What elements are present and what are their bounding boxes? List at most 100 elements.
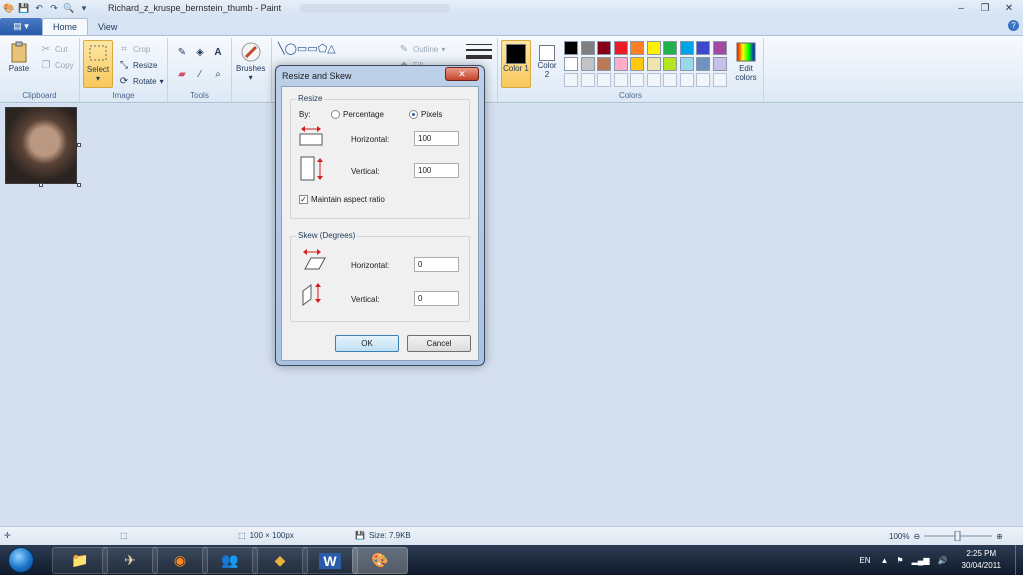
percentage-radio[interactable]: Percentage [331,110,384,119]
taskbar-firefox[interactable]: ◉ [152,547,208,574]
paint-app-icon[interactable]: 🎨 [3,3,15,15]
color-swatch[interactable] [712,57,727,71]
taskbar-messenger[interactable]: 👥 [202,547,258,574]
color-swatch[interactable] [712,41,727,55]
resize-handle-bottom[interactable] [39,183,43,187]
horizontal-resize-icon [299,126,323,146]
resize-button[interactable]: ⤡ Resize [118,59,157,71]
tab-view[interactable]: View [88,19,127,35]
custom-color-slot[interactable] [597,73,611,87]
redo-icon[interactable]: ↷ [48,3,60,15]
clock[interactable]: 2:25 PM 30/04/2011 [962,548,1001,572]
brushes-button[interactable]: Brushes ▾ [236,40,265,82]
custom-color-slot[interactable] [580,73,595,87]
color2-button[interactable]: Color 2 [534,40,560,88]
outline-button[interactable]: ✎ Outline ▾ [398,43,446,55]
resize-handle-right[interactable] [77,143,81,147]
custom-color-slot[interactable] [679,73,694,87]
custom-color-slot[interactable] [630,73,644,87]
color-swatch[interactable] [696,57,710,71]
edit-colors-button[interactable]: Edit colors [730,40,762,82]
tray-expand-icon[interactable]: ▲ [881,556,889,565]
size-button[interactable] [466,42,492,62]
magnifier-tool[interactable]: ⌕ [212,68,224,80]
paste-button[interactable]: Paste [6,40,32,73]
taskbar-app2[interactable]: ✈ [102,547,158,574]
zoom-in-icon[interactable]: ⊕ [996,532,1003,541]
custom-color-slot[interactable] [613,73,628,87]
maintain-aspect-checkbox[interactable]: ✓ Maintain aspect ratio [299,195,385,204]
zoom-out-icon[interactable]: ⊖ [913,532,920,541]
color-swatch[interactable] [663,57,677,71]
zoom-icon[interactable]: 🔍 [63,3,75,15]
taskbar-app5[interactable]: ◆ [252,547,308,574]
color-picker-tool[interactable]: ⁄ [194,68,206,80]
close-button[interactable]: ✕ [997,0,1021,16]
color-swatch[interactable] [564,41,578,55]
resize-vertical-input[interactable]: 100 [414,163,459,178]
minimize-button[interactable]: – [949,0,973,16]
dialog-close-button[interactable]: ✕ [445,67,479,81]
color-swatch[interactable] [663,41,677,55]
tab-home[interactable]: Home [42,18,89,35]
color-swatch[interactable] [696,41,710,55]
ok-button[interactable]: OK [335,335,399,352]
custom-color-slot[interactable] [663,73,677,87]
color-swatch[interactable] [646,41,661,55]
customize-qat-icon[interactable]: ▾ [78,3,90,15]
color-swatch[interactable] [580,57,595,71]
fill-tool[interactable]: ◈ [194,46,206,58]
pixels-radio[interactable]: Pixels [409,110,442,119]
line-size-icon [466,44,492,59]
color-swatch[interactable] [597,57,611,71]
custom-color-slot[interactable] [564,73,578,87]
custom-color-slot[interactable] [712,73,727,87]
cancel-button[interactable]: Cancel [407,335,471,352]
volume-icon[interactable]: 🔊 [938,556,948,565]
paint-menu-button[interactable]: ▤ ▾ [0,18,42,35]
undo-icon[interactable]: ↶ [33,3,45,15]
copy-button[interactable]: ❐ Copy [40,59,74,71]
save-icon[interactable]: 💾 [18,3,30,15]
select-button[interactable]: Select ▾ [83,40,113,88]
maximize-button[interactable]: ❐ [973,0,997,16]
language-indicator[interactable]: EN [859,556,870,565]
taskbar-paint[interactable]: 🎨 [352,547,408,574]
custom-color-slot[interactable] [646,73,661,87]
text-tool[interactable]: A [212,46,224,58]
zoom-control: 100% ⊖ ⊕ [889,531,1003,541]
custom-color-slot[interactable] [696,73,710,87]
action-center-icon[interactable]: ⚑ [896,556,903,565]
color-swatch[interactable] [646,57,661,71]
taskbar-word[interactable]: W [302,547,358,574]
canvas-image[interactable] [5,107,77,184]
color-swatch[interactable] [613,41,628,55]
rotate-button[interactable]: ⟳ Rotate ▾ [118,75,164,87]
start-button[interactable] [3,545,39,575]
resize-handle-corner[interactable] [77,183,81,187]
color-swatch[interactable] [597,41,611,55]
pencil-tool[interactable]: ✎ [176,46,188,58]
color-swatch[interactable] [630,41,644,55]
eraser-tool[interactable]: ▰ [176,68,188,80]
color-swatch[interactable] [679,57,694,71]
color-swatch[interactable] [564,57,578,71]
help-icon[interactable]: ? [1008,20,1019,31]
skew-vertical-input[interactable]: 0 [414,291,459,306]
canvas-workspace[interactable] [0,104,1023,526]
color-swatch[interactable] [580,41,595,55]
color-swatch[interactable] [679,41,694,55]
crop-button[interactable]: ⌗ Crop [118,43,150,55]
resize-horizontal-input[interactable]: 100 [414,131,459,146]
cut-button[interactable]: ✂ Cut [40,43,68,55]
skew-horizontal-input[interactable]: 0 [414,257,459,272]
shapes-gallery[interactable]: ╲◯▭▭⬠△ [278,42,336,55]
color-swatch[interactable] [613,57,628,71]
zoom-slider[interactable] [924,531,993,541]
show-desktop-button[interactable] [1015,545,1023,575]
eraser-icon: ▰ [178,68,186,80]
color1-button[interactable]: Color 1 [501,40,531,88]
taskbar-explorer[interactable]: 📁 [52,547,108,574]
network-icon[interactable]: ▂▄▆ [912,556,930,565]
color-swatch[interactable] [630,57,644,71]
